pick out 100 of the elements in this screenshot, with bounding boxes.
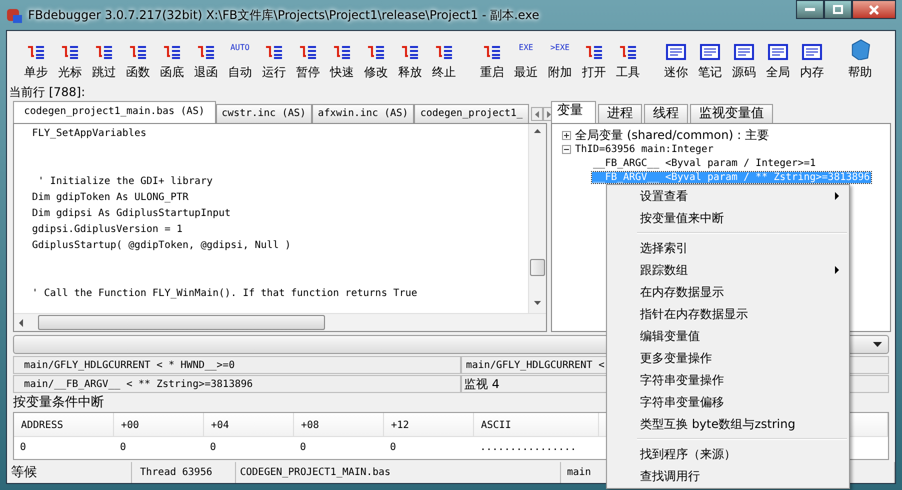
icon-label: AUTO (230, 44, 250, 54)
code-line: ' Call the Function FLY_WinMain(). If that function returns True (32, 287, 418, 301)
toolbar-button[interactable]: 终止 (427, 39, 461, 85)
tree-item[interactable]: ThID=63956 main:Integer (574, 144, 714, 154)
toolbar-button[interactable]: 函数 (121, 39, 155, 85)
toolbar-button[interactable]: 单步 (19, 39, 53, 85)
menu-item[interactable]: 指针在内存数据显示 (607, 303, 849, 325)
panel-tab[interactable]: 线程 (644, 104, 688, 123)
toolbar-button[interactable]: 跳过 (87, 39, 121, 85)
toolbar-button[interactable]: 迷你 (659, 39, 693, 85)
tree-item[interactable]: 全局变量 (shared/common) : 主要 (574, 126, 770, 144)
list-arrow-icon (400, 44, 420, 60)
menu-item[interactable]: 设置查看 (607, 185, 849, 207)
scroll-left-button[interactable] (530, 107, 543, 121)
toolbar-button[interactable]: 工具 (611, 39, 645, 85)
menu-item[interactable]: 在内存数据显示 (607, 281, 849, 303)
menu-item[interactable]: 字符串变量偏移 (607, 391, 849, 413)
code-editor[interactable] (13, 123, 547, 332)
expand-toggle[interactable] (562, 144, 571, 154)
toolbar-button[interactable]: 帮助 (843, 39, 877, 85)
menu-item[interactable]: 选择索引 (607, 237, 849, 259)
column-header[interactable]: +00 (114, 413, 204, 437)
toolbar-button[interactable]: 释放 (393, 39, 427, 85)
toolbar-button[interactable]: 重启 (475, 39, 509, 85)
code-line: Dim gdipsi As GdiplusStartupInput (32, 207, 232, 221)
toolbar-button[interactable]: 运行 (257, 39, 291, 85)
maximize-button[interactable] (824, 0, 852, 19)
list-arrow-icon (332, 44, 352, 60)
close-button[interactable] (852, 0, 896, 19)
panel-tab[interactable]: 变量 (551, 101, 596, 123)
window-icon (768, 44, 788, 60)
toolbar-button[interactable]: EXE 最近 (509, 39, 543, 85)
list-arrow-icon (26, 44, 46, 60)
list-arrow-icon (298, 44, 318, 60)
file-tab[interactable]: codegen_project1_main.bas (AS) (13, 101, 216, 123)
toolbar-button[interactable]: >EXE 附加 (543, 39, 577, 85)
menu-item[interactable]: 查找调用行 (607, 465, 849, 487)
toolbar-button[interactable]: 修改 (359, 39, 393, 85)
list-arrow-icon (584, 44, 604, 60)
code-line: GdiplusStartup( @gdipToken, @gdipsi, Null ) (32, 239, 292, 253)
panel-tab[interactable]: 进程 (598, 104, 642, 123)
app-icon (6, 7, 22, 23)
toolbar-button[interactable]: AUTO 自动 (223, 39, 257, 85)
table-cell-text: 0 (389, 441, 398, 455)
toolbar-button[interactable]: 打开 (577, 39, 611, 85)
list-arrow-icon (618, 44, 638, 60)
vertical-scrollbar[interactable] (528, 124, 546, 313)
window-icon (700, 44, 720, 60)
watch-value: main/GFLY_HDLGCURRENT < * HWND__>=0 (13, 356, 461, 374)
code-line: gdipsi.GdiplusVersion = 1 (32, 223, 184, 237)
column-header[interactable]: +12 (384, 413, 474, 437)
left-arrow-icon (534, 110, 539, 118)
column-header[interactable]: +08 (294, 413, 384, 437)
status-field: Thread 63956 (132, 462, 236, 483)
close-icon (869, 4, 879, 14)
toolbar-button[interactable]: 笔记 (693, 39, 727, 85)
minus-icon (564, 146, 569, 152)
expand-toggle[interactable] (562, 130, 571, 140)
menu-item[interactable]: 按变量值来中断 (607, 207, 849, 229)
file-tab[interactable]: afxwin.inc (AS) (312, 104, 414, 123)
toolbar-button[interactable]: 光标 (53, 39, 87, 85)
toolbar-button[interactable]: 暂停 (291, 39, 325, 85)
horizontal-scrollbar[interactable] (14, 313, 546, 331)
plus-icon (564, 132, 569, 138)
window-icon (666, 44, 686, 60)
menu-item[interactable]: 编辑变量值 (607, 325, 849, 347)
menu-item[interactable]: 跟踪数组 (607, 259, 849, 281)
table-cell-text: 0 (19, 441, 28, 455)
menu-item[interactable]: 找到程序（来源） (607, 443, 849, 465)
icon-label: >EXE (550, 44, 570, 54)
column-header[interactable]: +04 (204, 413, 294, 437)
list-arrow-icon (94, 44, 114, 60)
right-arrow-icon (546, 110, 551, 118)
column-header[interactable]: ASCII (474, 413, 599, 437)
list-arrow-icon (482, 44, 502, 60)
column-header[interactable]: ADDRESS (14, 413, 114, 437)
code-line: ' Initialize the GDI+ library (37, 175, 214, 189)
scrollbar-thumb[interactable] (530, 259, 545, 276)
tree-item[interactable]: __FB_ARGC__ <Byval param / Integer>=1 (592, 158, 817, 168)
table-cell-text: 0 (299, 441, 308, 455)
list-arrow-icon (162, 44, 182, 60)
toolbar-button[interactable]: 退函 (189, 39, 223, 85)
minimize-icon (805, 8, 815, 12)
toolbar-button[interactable]: 内存 (795, 39, 829, 85)
panel-tab[interactable]: 监视变量值 (690, 104, 773, 123)
minimize-button[interactable] (796, 0, 824, 19)
menu-item[interactable]: 类型互换 byte数组与zstring (607, 413, 849, 435)
window-title: FBdebugger 3.0.7.217(32bit) X:\FB文件库\Projects\Project1\release\Project1 - 副本.exe (28, 6, 540, 24)
toolbar-button[interactable]: 全局 (761, 39, 795, 85)
code-line: Dim gdipToken As ULONG_PTR (32, 191, 190, 205)
file-tab[interactable]: codegen_project1_ (414, 104, 529, 123)
status-field: 等候 (7, 462, 132, 483)
toolbar-button[interactable]: 源码 (727, 39, 761, 85)
file-tab[interactable]: cwstr.inc (AS) (216, 104, 312, 123)
toolbar-button[interactable]: 函底 (155, 39, 189, 85)
code-line: FLY_SetAppVariables (32, 127, 148, 141)
window-icon (802, 44, 822, 60)
list-arrow-icon (60, 44, 80, 60)
table-cell-text: 0 (209, 441, 218, 455)
toolbar-button[interactable]: 快速 (325, 39, 359, 85)
